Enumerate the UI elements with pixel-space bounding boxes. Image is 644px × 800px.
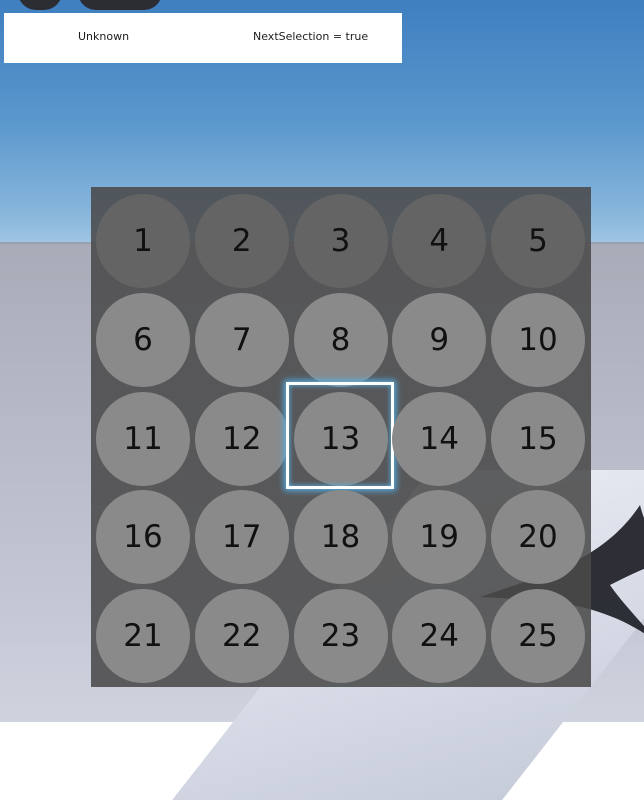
- number-cell-2[interactable]: 2: [194, 194, 289, 288]
- number-cell-23[interactable]: 23: [293, 589, 388, 683]
- number-cell-6[interactable]: 6: [96, 292, 190, 387]
- number-cell-24[interactable]: 24: [392, 589, 487, 683]
- number-cell-9[interactable]: 9: [392, 292, 487, 387]
- number-cell-12[interactable]: 12: [194, 391, 289, 486]
- debug-next-selection-text: NextSelection = true: [253, 30, 369, 43]
- number-cell-22[interactable]: 22: [194, 589, 289, 683]
- number-cell-13[interactable]: 13: [293, 391, 388, 486]
- debug-left-text: Unknown: [78, 30, 130, 43]
- number-cell-10[interactable]: 10: [491, 292, 585, 387]
- debug-info-bar: Unknown NextSelection = true: [4, 13, 402, 63]
- number-cell-25[interactable]: 25: [491, 589, 585, 683]
- number-cell-3[interactable]: 3: [293, 194, 388, 288]
- number-cell-15[interactable]: 15: [491, 391, 585, 486]
- top-left-round-button[interactable]: [18, 0, 62, 10]
- top-menu-button[interactable]: [78, 0, 162, 10]
- number-cell-5[interactable]: 5: [491, 194, 585, 288]
- number-cell-20[interactable]: 20: [491, 490, 585, 585]
- number-cell-7[interactable]: 7: [194, 292, 289, 387]
- number-cell-4[interactable]: 4: [392, 194, 487, 288]
- number-cell-17[interactable]: 17: [194, 490, 289, 585]
- number-cell-18[interactable]: 18: [293, 490, 388, 585]
- number-cell-1[interactable]: 1: [96, 194, 190, 288]
- number-cell-16[interactable]: 16: [96, 490, 190, 585]
- number-cell-14[interactable]: 14: [392, 391, 487, 486]
- number-cell-11[interactable]: 11: [96, 391, 190, 486]
- number-cell-21[interactable]: 21: [96, 589, 190, 683]
- number-cell-19[interactable]: 19: [392, 490, 487, 585]
- number-grid-panel: 1 2 3 4 5 6 7 8 9 10 11 12 13 14 15 16 17 18 19 20 21 22 23 24 2…: [91, 187, 591, 687]
- number-cell-8[interactable]: 8: [293, 292, 388, 387]
